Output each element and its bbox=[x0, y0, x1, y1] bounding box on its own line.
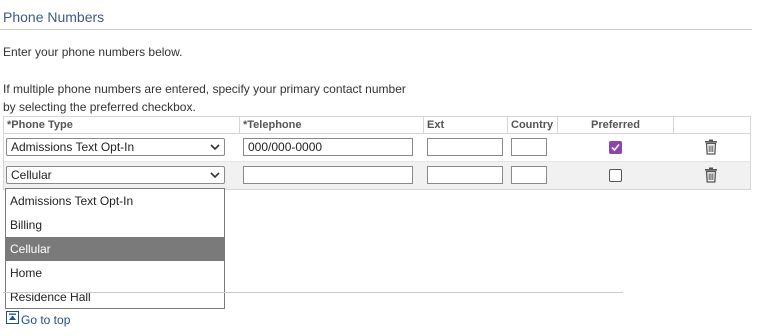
grid-header: *Phone Type *Telephone Ext Country Prefe… bbox=[4, 117, 750, 134]
header-preferred: Preferred bbox=[558, 117, 674, 133]
go-to-top-label[interactable]: Go to top bbox=[21, 313, 70, 327]
phone-grid: *Phone Type *Telephone Ext Country Prefe… bbox=[3, 116, 751, 190]
header-ext: Ext bbox=[424, 117, 508, 133]
preferred-checkbox[interactable] bbox=[609, 141, 622, 154]
dropdown-option[interactable]: Residence Hall bbox=[6, 285, 224, 309]
dropdown-option[interactable]: Home bbox=[6, 261, 224, 285]
title-divider bbox=[0, 29, 752, 30]
header-country: Country bbox=[508, 117, 558, 133]
trash-icon[interactable] bbox=[704, 167, 718, 183]
chevron-down-icon bbox=[210, 144, 220, 151]
hint-text-line1: If multiple phone numbers are entered, s… bbox=[3, 82, 406, 96]
country-input[interactable] bbox=[511, 166, 547, 184]
table-row: Admissions Text Opt-In 000/000-0000 bbox=[4, 134, 750, 162]
header-telephone: *Telephone bbox=[240, 117, 424, 133]
ext-input[interactable] bbox=[427, 166, 503, 184]
header-phone-type: *Phone Type bbox=[4, 117, 240, 133]
arrow-up-box-icon bbox=[6, 311, 19, 324]
hint-text-line2: by selecting the preferred checkbox. bbox=[3, 100, 196, 114]
header-delete bbox=[674, 117, 750, 133]
section-title: Phone Numbers bbox=[3, 9, 105, 25]
phone-type-select[interactable]: Admissions Text Opt-In bbox=[6, 138, 225, 156]
bottom-divider bbox=[3, 292, 623, 293]
dropdown-option[interactable]: Billing bbox=[6, 213, 224, 237]
telephone-input[interactable] bbox=[243, 166, 413, 184]
dropdown-option[interactable]: Cellular bbox=[6, 237, 224, 261]
phone-type-select[interactable]: Cellular bbox=[6, 166, 225, 184]
telephone-input[interactable]: 000/000-0000 bbox=[243, 138, 413, 156]
trash-icon[interactable] bbox=[704, 139, 718, 155]
phone-type-value: Cellular bbox=[11, 168, 52, 182]
ext-input[interactable] bbox=[427, 138, 503, 156]
table-row: Cellular bbox=[4, 162, 750, 189]
dropdown-option[interactable]: Admissions Text Opt-In bbox=[6, 189, 224, 213]
preferred-checkbox[interactable] bbox=[609, 169, 622, 182]
intro-text: Enter your phone numbers below. bbox=[3, 45, 183, 59]
check-icon bbox=[611, 143, 620, 152]
chevron-down-icon bbox=[210, 172, 220, 179]
phone-type-value: Admissions Text Opt-In bbox=[11, 140, 135, 154]
country-input[interactable] bbox=[511, 138, 547, 156]
phone-type-dropdown-list: Admissions Text Opt-In Billing Cellular … bbox=[5, 188, 225, 309]
